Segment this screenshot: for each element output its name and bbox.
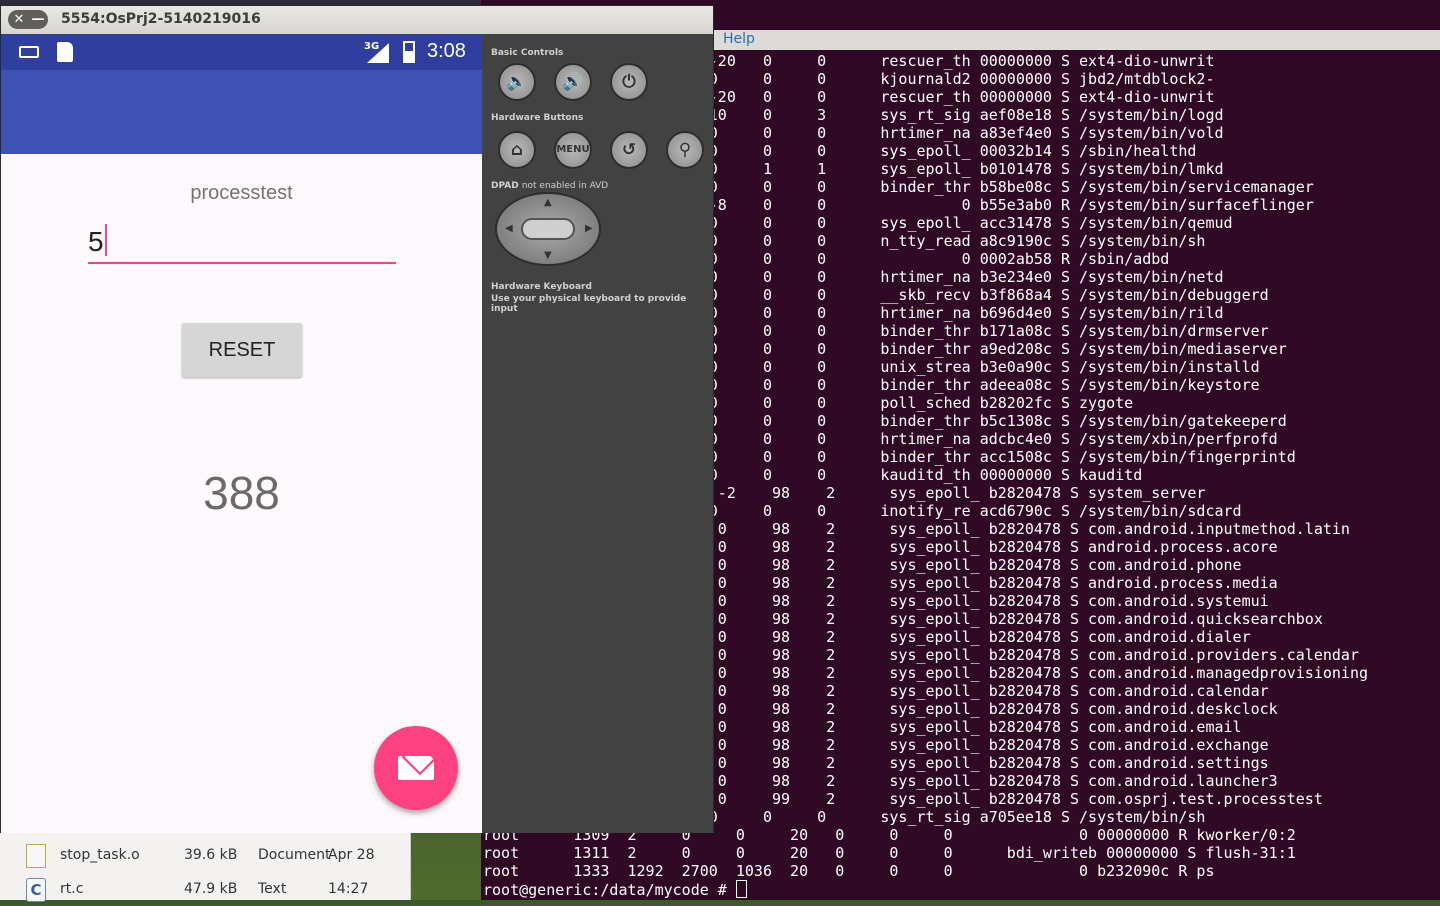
keyboard-icon — [19, 46, 39, 58]
menu-help[interactable]: Help — [723, 31, 755, 47]
emulator-titlebar[interactable]: ✕ — 5554:OsPrj2-5140219016 — [1, 6, 713, 34]
window-title: 5554:OsPrj2-5140219016 — [61, 11, 261, 27]
file-date: 14:27 — [328, 881, 369, 897]
file-type: Document — [258, 847, 331, 863]
dpad-control[interactable]: ▲ ▼ ◀ ▶ — [495, 192, 601, 266]
search-button[interactable]: ⚲ — [666, 131, 704, 169]
status-clock: 3:08 — [427, 40, 466, 62]
volume-up-button[interactable]: 🔊 — [554, 63, 592, 101]
hardware-keyboard-label: Hardware Keyboard — [491, 282, 592, 292]
terminal-cursor — [735, 880, 747, 898]
hardware-keyboard-note: Use your physical keyboard to provide in… — [491, 294, 687, 314]
file-size: 47.9 kB — [184, 881, 238, 897]
terminal-prompt[interactable]: root@generic:/data/mycode # — [483, 881, 736, 899]
process-count: 388 — [203, 467, 280, 519]
home-button[interactable]: ⌂ — [498, 131, 536, 169]
document-icon — [26, 844, 46, 868]
dpad-center-button[interactable] — [521, 218, 575, 240]
terminal-line: root 1311 2 0 0 20 0 0 0 bdi_writeb 0000… — [483, 844, 1296, 862]
dpad-title: DPAD — [491, 181, 519, 191]
file-row[interactable]: C rt.c 47.9 kB Text 14:27 — [8, 874, 408, 906]
terminal-line: root 1333 1292 2700 1036 20 0 0 0 0 b232… — [483, 862, 1215, 880]
file-row[interactable]: stop_task.o 39.6 kB Document Apr 28 — [8, 840, 408, 872]
terminal-menubar: Help — [713, 30, 1440, 50]
dpad-down-icon: ▼ — [544, 250, 552, 261]
number-input[interactable]: 5 — [88, 222, 396, 264]
phone-screen: 3G 3:08 processtest 5 RESET 388 — [1, 34, 482, 833]
window-controls: ✕ — — [8, 10, 48, 29]
network-type: 3G — [364, 41, 380, 52]
back-icon: ↺ — [621, 140, 637, 160]
c-source-icon: C — [26, 878, 46, 902]
menu-button[interactable]: MENU — [554, 131, 592, 169]
search-icon: ⚲ — [678, 140, 692, 160]
volume-down-icon: 🔈 — [506, 72, 528, 92]
dpad-label: DPAD not enabled in AVD — [491, 181, 608, 191]
app-bar — [1, 70, 482, 154]
dpad-up-icon: ▲ — [544, 197, 552, 208]
dpad-right-icon: ▶ — [585, 223, 593, 234]
menu-button-label: MENU — [556, 144, 590, 155]
dpad-note: not enabled in AVD — [521, 181, 609, 191]
dpad-left-icon: ◀ — [505, 223, 513, 234]
text-caret — [104, 224, 107, 256]
power-button[interactable]: ⏻ — [610, 63, 648, 101]
file-name: stop_task.o — [60, 847, 140, 863]
basic-controls-label: Basic Controls — [491, 48, 564, 58]
emulator-controls-panel: Basic Controls 🔈 🔊 ⏻ Hardware Buttons ⌂ … — [482, 34, 713, 833]
file-manager-list: stop_task.o 39.6 kB Document Apr 28 C rt… — [0, 832, 411, 902]
minimize-button[interactable]: — — [28, 10, 48, 29]
volume-up-icon: 🔊 — [562, 72, 584, 92]
mail-fab-button[interactable] — [374, 726, 458, 810]
app-title: processtest — [190, 182, 293, 204]
power-icon: ⏻ — [622, 72, 636, 92]
back-button[interactable]: ↺ — [610, 131, 648, 169]
input-value: 5 — [88, 226, 104, 257]
close-button[interactable]: ✕ — [9, 10, 29, 29]
status-bar: 3G 3:08 — [1, 34, 482, 70]
home-icon: ⌂ — [510, 140, 524, 160]
file-date: Apr 28 — [328, 847, 375, 863]
file-type: Text — [258, 881, 287, 897]
volume-down-button[interactable]: 🔈 — [498, 63, 536, 101]
battery-icon — [403, 41, 415, 63]
mail-icon — [398, 756, 434, 780]
hardware-buttons-label: Hardware Buttons — [491, 113, 584, 123]
file-name: rt.c — [60, 881, 84, 897]
file-size: 39.6 kB — [184, 847, 238, 863]
sd-card-icon — [57, 42, 73, 62]
emulator-window: ✕ — 5554:OsPrj2-5140219016 3G 3:08 proce… — [0, 5, 714, 833]
reset-button[interactable]: RESET — [182, 323, 302, 377]
